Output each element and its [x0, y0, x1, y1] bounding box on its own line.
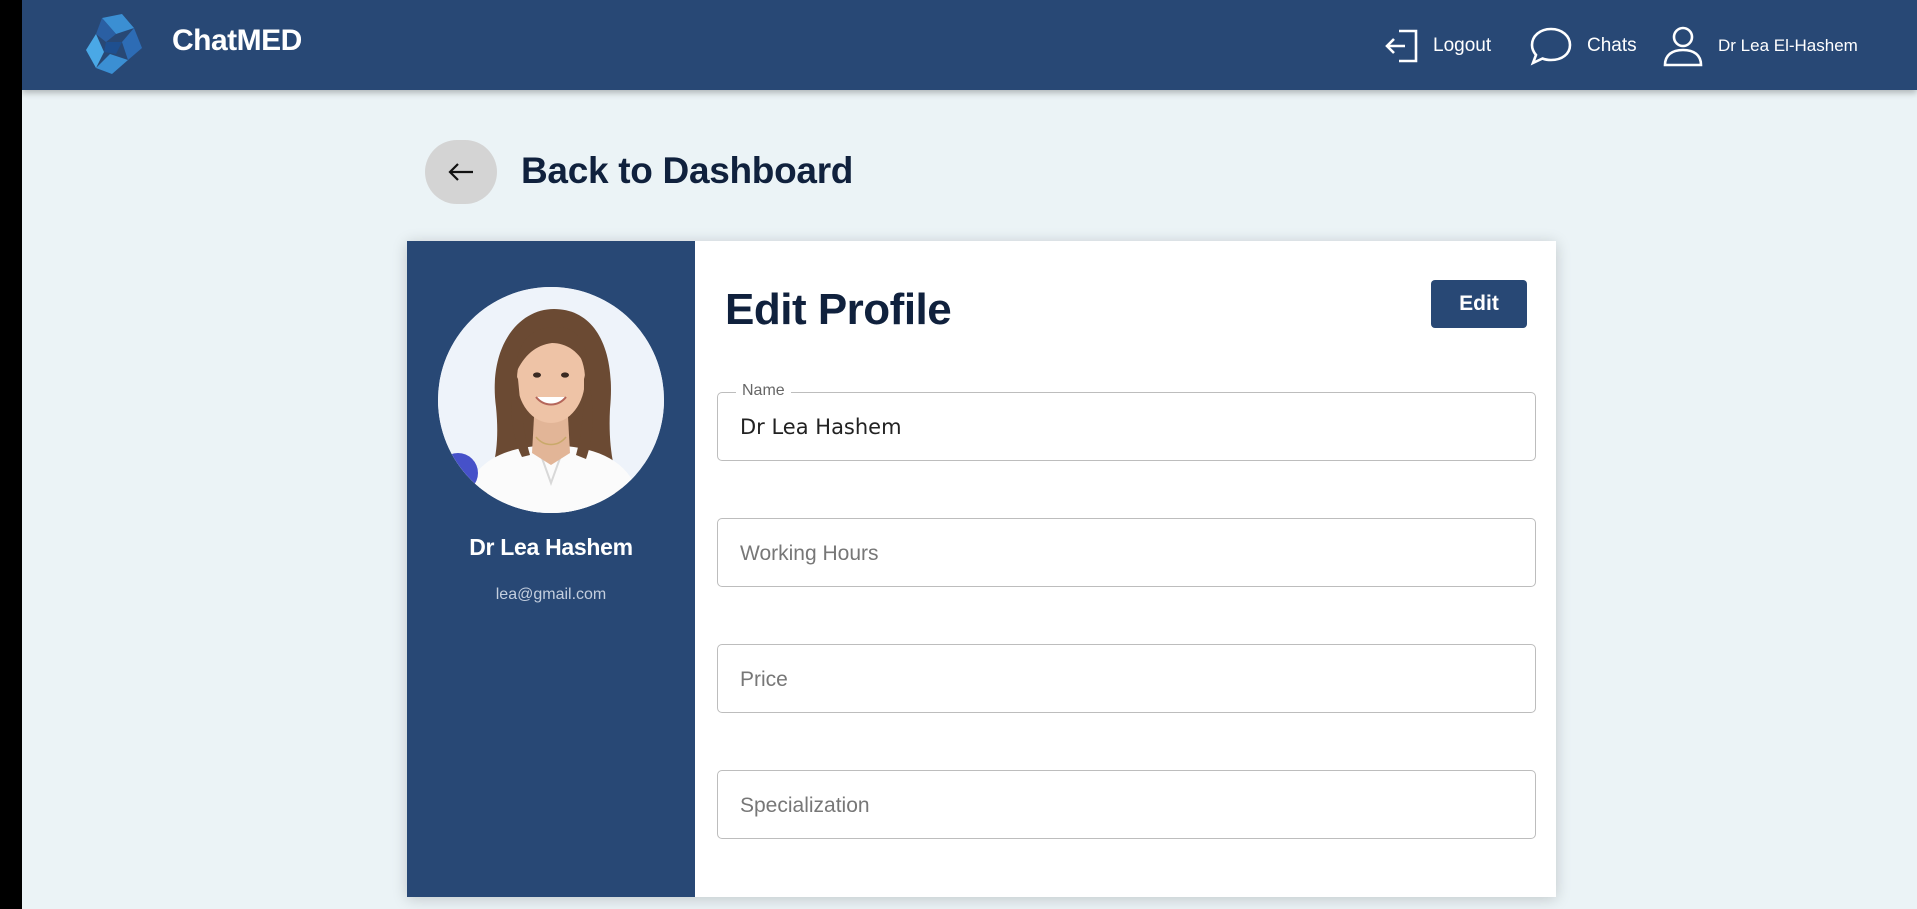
back-to-dashboard-link[interactable]: Back to Dashboard — [521, 150, 853, 192]
profile-name: Dr Lea Hashem — [469, 534, 633, 560]
price-field — [717, 644, 1536, 713]
chat-bubble-icon — [1530, 27, 1572, 66]
chatmed-logo-icon[interactable] — [82, 12, 146, 78]
brand-name[interactable]: ChatMED — [172, 24, 302, 58]
back-button[interactable] — [425, 140, 497, 204]
left-edge-strip — [0, 0, 22, 909]
profile-email: lea@gmail.com — [495, 586, 607, 603]
edit-button[interactable]: Edit — [1431, 280, 1527, 328]
logout-button[interactable]: Logout — [1385, 24, 1491, 68]
specialization-field — [717, 770, 1536, 839]
chats-button[interactable]: Chats — [1529, 24, 1637, 68]
specialization-input[interactable] — [718, 771, 1535, 838]
page-title: Edit Profile — [725, 285, 952, 334]
logout-icon — [1385, 29, 1418, 63]
name-input[interactable] — [718, 393, 1535, 460]
working-hours-field — [717, 518, 1536, 587]
user-profile-button[interactable]: Dr Lea El-Hashem — [1662, 24, 1858, 68]
top-navbar: ChatMED Logout Chats Dr Lea El-Hashem — [22, 0, 1917, 90]
chats-label: Chats — [1587, 35, 1637, 56]
price-input[interactable] — [718, 645, 1535, 712]
user-name-label: Dr Lea El-Hashem — [1718, 36, 1858, 55]
logout-label: Logout — [1433, 35, 1492, 56]
name-field: Name — [717, 382, 1536, 461]
user-icon — [1663, 26, 1703, 67]
avatar — [438, 287, 664, 513]
working-hours-input[interactable] — [718, 519, 1535, 586]
arrow-left-icon — [448, 163, 473, 181]
profile-sidebar: Dr Lea Hashem lea@gmail.com — [407, 241, 695, 897]
profile-card: Dr Lea Hashem lea@gmail.com Edit Profile… — [407, 241, 1556, 897]
